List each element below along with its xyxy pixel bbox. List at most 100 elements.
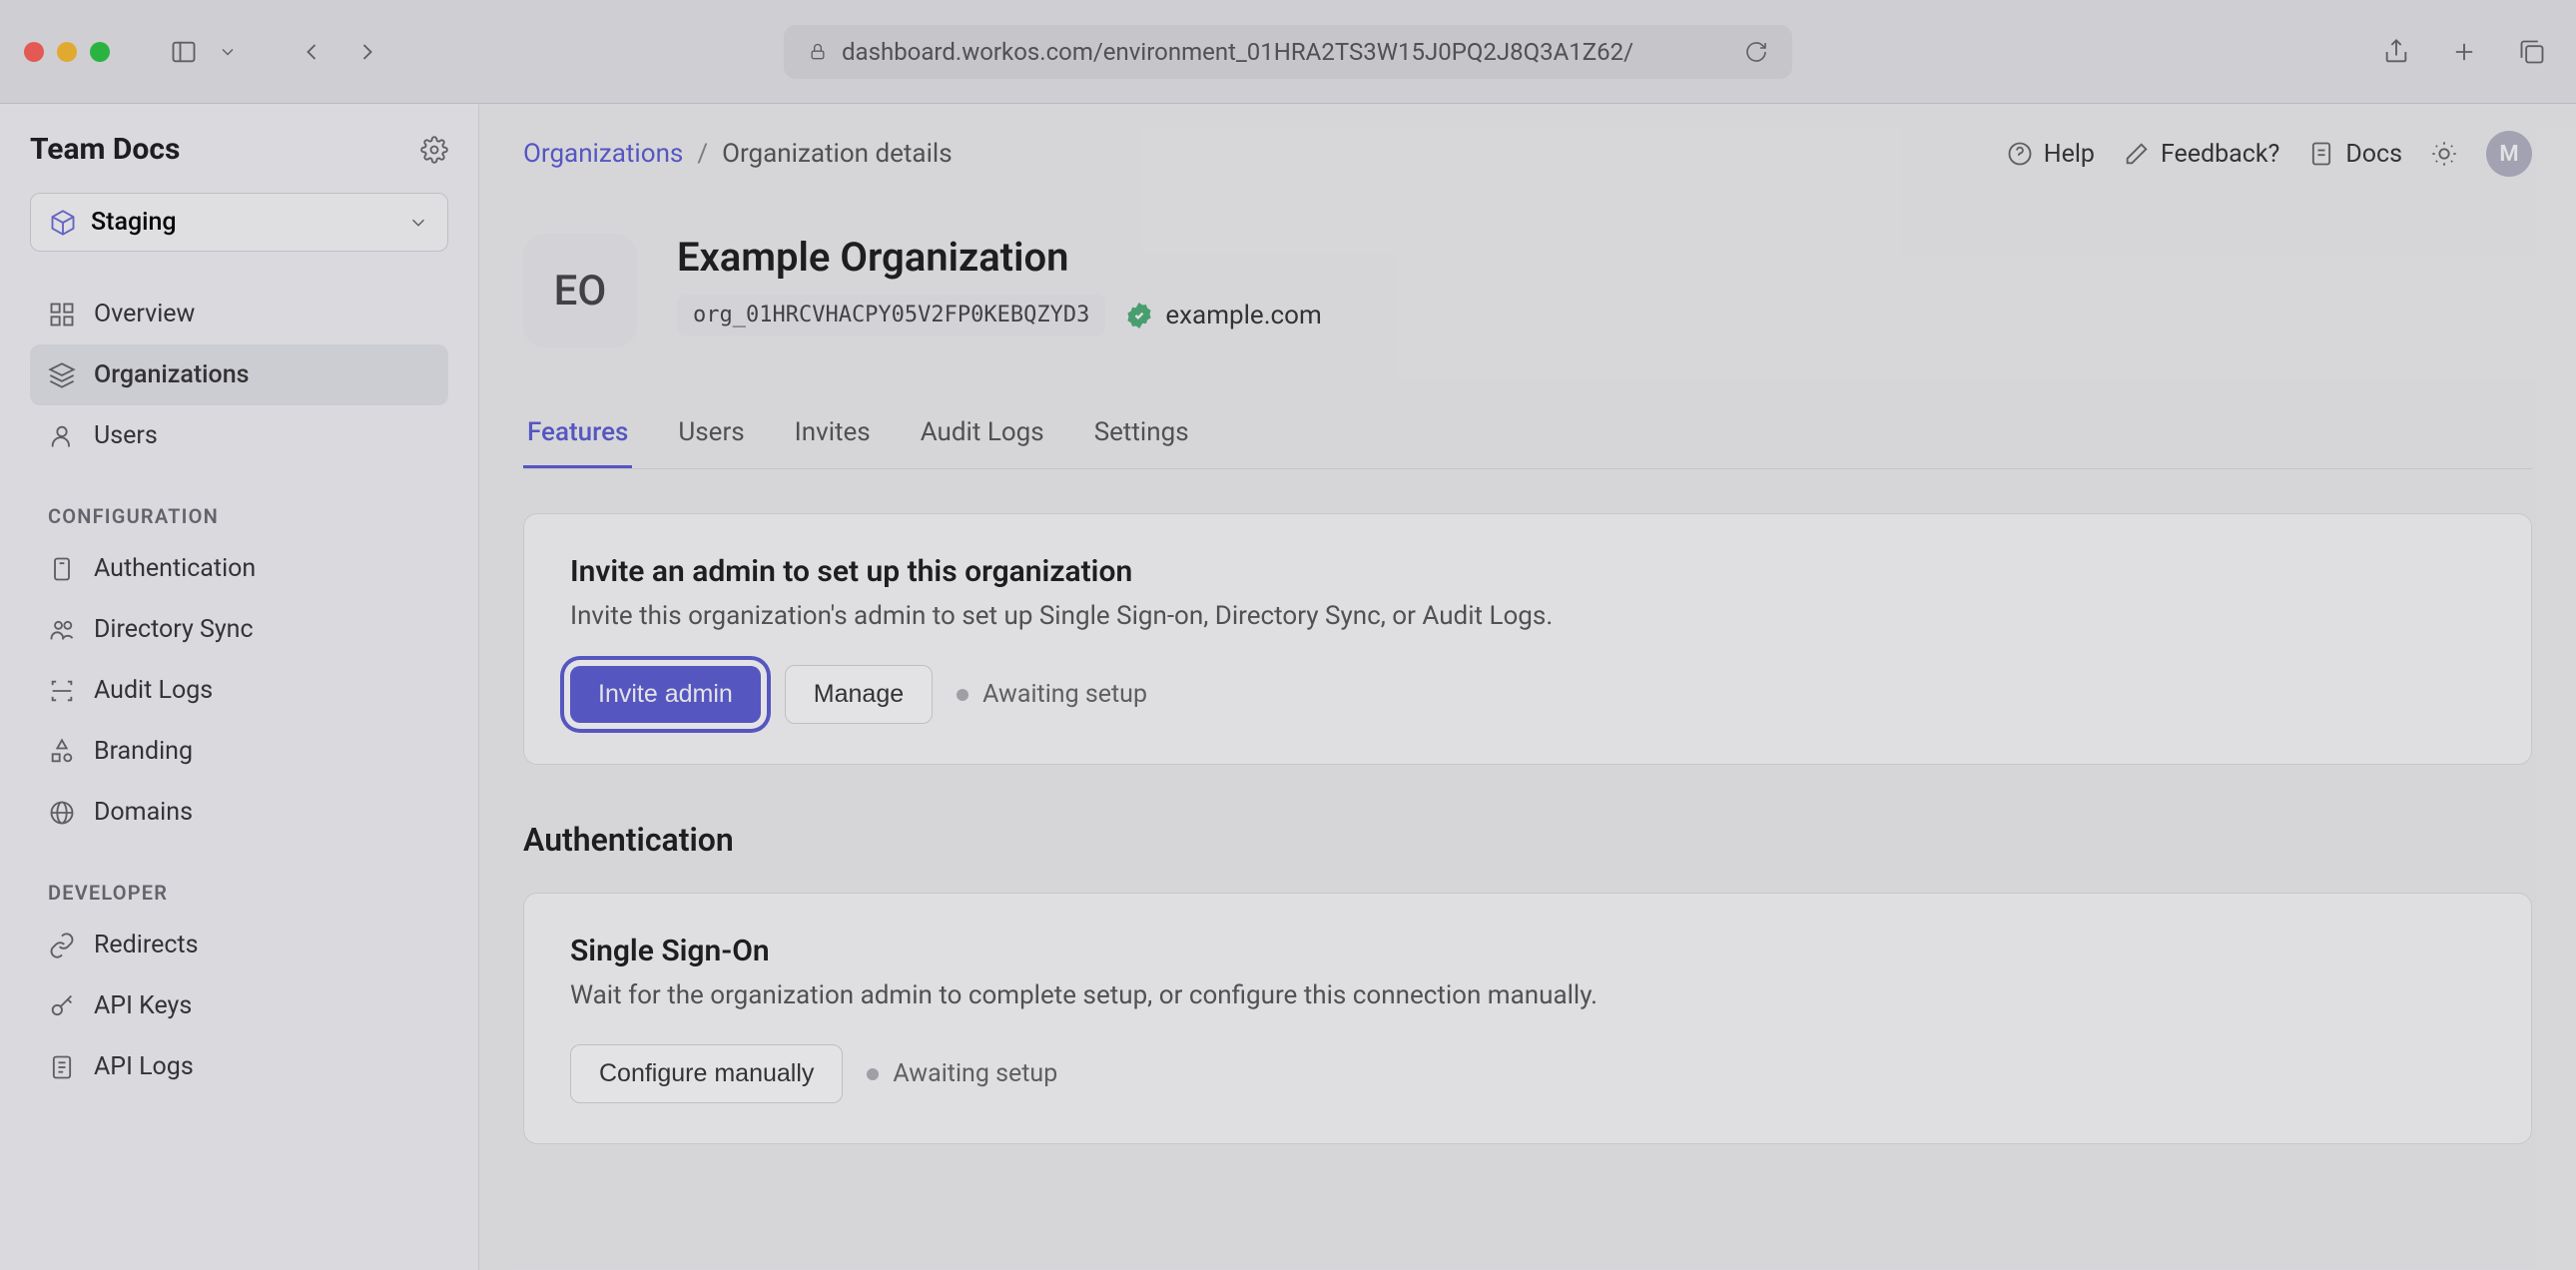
sso-status: Awaiting setup [867, 1059, 1057, 1088]
chevron-down-icon [407, 212, 429, 234]
tab-audit-logs[interactable]: Audit Logs [917, 399, 1048, 468]
nav-label: Authentication [94, 554, 256, 583]
shield-icon [48, 555, 76, 583]
breadcrumb-root-link[interactable]: Organizations [523, 139, 683, 169]
org-domain-text: example.com [1165, 301, 1321, 330]
invite-status-text: Awaiting setup [982, 680, 1147, 709]
cube-icon [49, 209, 77, 237]
nav-audit-logs[interactable]: Audit Logs [30, 660, 448, 721]
palette-icon [48, 738, 76, 766]
nav-back-icon[interactable] [298, 38, 325, 66]
organization-header: EO Example Organization org_01HRCVHACPY0… [523, 234, 2532, 347]
nav-label: API Logs [94, 1052, 194, 1081]
nav-redirects[interactable]: Redirects [30, 915, 448, 975]
window-controls [24, 42, 110, 62]
help-link[interactable]: Help [2006, 140, 2095, 169]
invite-card-title: Invite an admin to set up this organizat… [570, 554, 2485, 589]
sso-card-title: Single Sign-On [570, 934, 2485, 968]
main-content: Organizations / Organization details Hel… [479, 104, 2576, 1270]
dashboard-icon [48, 301, 76, 328]
help-label: Help [2044, 140, 2095, 169]
breadcrumb-separator: / [697, 139, 708, 169]
new-tab-icon[interactable] [2450, 38, 2478, 66]
window-minimize-button[interactable] [57, 42, 77, 62]
nav-users[interactable]: Users [30, 405, 448, 466]
file-icon [2307, 140, 2335, 168]
nav-api-keys[interactable]: API Keys [30, 975, 448, 1036]
scan-icon [48, 677, 76, 705]
section-label-configuration: CONFIGURATION [48, 504, 448, 528]
nav-branding[interactable]: Branding [30, 721, 448, 782]
link-icon [48, 932, 76, 959]
environment-label: Staging [91, 208, 177, 237]
nav-label: Audit Logs [94, 676, 213, 705]
sso-status-text: Awaiting setup [893, 1059, 1057, 1088]
nav-forward-icon[interactable] [353, 38, 381, 66]
feedback-link[interactable]: Feedback? [2123, 140, 2279, 169]
nav-label: Branding [94, 737, 193, 766]
nav-label: Directory Sync [94, 615, 254, 644]
manage-button[interactable]: Manage [785, 665, 933, 724]
users-icon [48, 616, 76, 644]
nav-label: API Keys [94, 991, 192, 1020]
nav-label: Overview [94, 300, 195, 328]
nav-directory-sync[interactable]: Directory Sync [30, 599, 448, 660]
sso-card: Single Sign-On Wait for the organization… [523, 893, 2532, 1144]
section-label-developer: DEVELOPER [48, 881, 448, 905]
user-icon [48, 422, 76, 450]
nav-authentication[interactable]: Authentication [30, 538, 448, 599]
breadcrumb-current: Organization details [722, 139, 953, 169]
layers-icon [48, 361, 76, 389]
globe-icon [48, 799, 76, 827]
top-bar: Organizations / Organization details Hel… [523, 104, 2532, 204]
help-circle-icon [2006, 140, 2034, 168]
breadcrumb: Organizations / Organization details [523, 139, 953, 169]
lock-icon [808, 42, 828, 62]
browser-toolbar: dashboard.workos.com/environment_01HRA2T… [0, 0, 2576, 104]
invite-card-desc: Invite this organization's admin to set … [570, 601, 2485, 631]
invite-admin-card: Invite an admin to set up this organizat… [523, 513, 2532, 765]
nav-domains[interactable]: Domains [30, 782, 448, 843]
docs-label: Docs [2345, 140, 2402, 169]
url-text: dashboard.workos.com/environment_01HRA2T… [842, 38, 1633, 66]
org-tabs: Features Users Invites Audit Logs Settin… [523, 399, 2532, 469]
feedback-label: Feedback? [2161, 140, 2279, 169]
org-name: Example Organization [677, 234, 1322, 281]
url-bar[interactable]: dashboard.workos.com/environment_01HRA2T… [784, 25, 1792, 79]
gear-icon[interactable] [420, 136, 448, 164]
tabs-icon[interactable] [2518, 38, 2546, 66]
verified-icon [1125, 302, 1153, 329]
tab-invites[interactable]: Invites [791, 399, 875, 468]
sidebar-toggle-icon[interactable] [170, 38, 198, 66]
window-close-button[interactable] [24, 42, 44, 62]
reload-icon[interactable] [1744, 40, 1768, 64]
sidebar-title: Team Docs [30, 132, 180, 167]
nav-label: Domains [94, 798, 193, 827]
logs-icon [48, 1053, 76, 1081]
authentication-heading: Authentication [523, 821, 2532, 859]
nav-overview[interactable]: Overview [30, 284, 448, 344]
org-id-badge[interactable]: org_01HRCVHACPY05V2FP0KEBQZYD3 [677, 295, 1105, 335]
share-icon[interactable] [2382, 38, 2410, 66]
sidebar: Team Docs Staging Overview Organiza [0, 104, 479, 1270]
nav-label: Organizations [94, 360, 249, 389]
docs-link[interactable]: Docs [2307, 140, 2402, 169]
tab-settings[interactable]: Settings [1090, 399, 1193, 468]
org-avatar: EO [523, 234, 637, 347]
status-dot-icon [867, 1068, 879, 1080]
nav-label: Users [94, 421, 158, 450]
chevron-down-icon[interactable] [218, 42, 238, 62]
tab-features[interactable]: Features [523, 399, 632, 468]
user-avatar[interactable]: M [2486, 131, 2532, 177]
tab-users[interactable]: Users [674, 399, 748, 468]
window-zoom-button[interactable] [90, 42, 110, 62]
configure-manually-button[interactable]: Configure manually [570, 1044, 843, 1103]
environment-selector[interactable]: Staging [30, 193, 448, 252]
org-domain-chip: example.com [1125, 301, 1321, 330]
nav-api-logs[interactable]: API Logs [30, 1036, 448, 1097]
nav-organizations[interactable]: Organizations [30, 344, 448, 405]
edit-icon [2123, 140, 2151, 168]
status-dot-icon [957, 689, 968, 701]
theme-toggle-icon[interactable] [2430, 140, 2458, 168]
invite-admin-button[interactable]: Invite admin [570, 666, 761, 723]
